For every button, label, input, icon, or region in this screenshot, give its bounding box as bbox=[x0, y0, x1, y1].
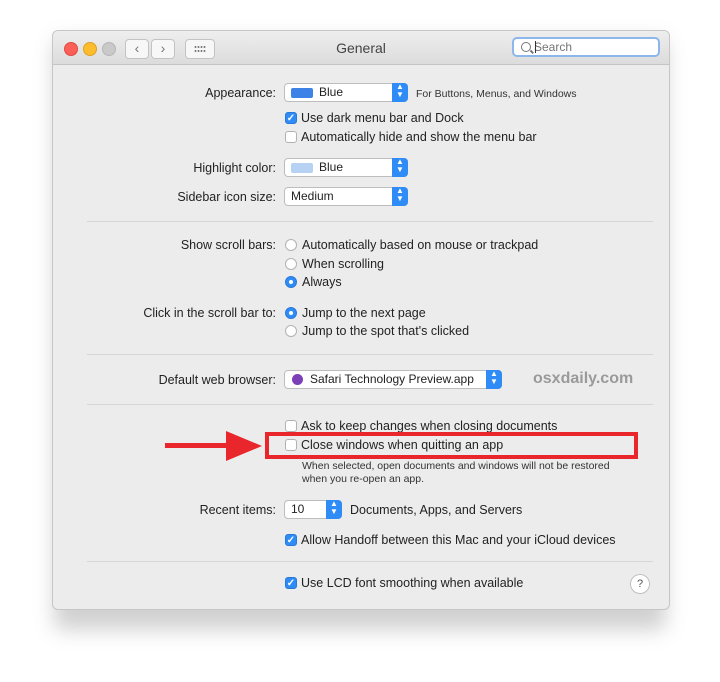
recent-items-popup[interactable]: 10 ▲ ▼ bbox=[284, 500, 342, 519]
divider bbox=[87, 354, 653, 355]
arrowhead-icon bbox=[226, 431, 262, 461]
search-input[interactable] bbox=[534, 39, 654, 55]
watermark: osxdaily.com bbox=[533, 370, 634, 387]
popup-arrows-icon: ▲ ▼ bbox=[392, 83, 408, 102]
handoff-label: Allow Handoff between this Mac and your … bbox=[301, 533, 616, 547]
jump-spot-label: Jump to the spot that's clicked bbox=[302, 324, 470, 338]
search-field[interactable] bbox=[512, 37, 660, 57]
ask-keep-label: Ask to keep changes when closing documen… bbox=[301, 419, 558, 433]
divider bbox=[87, 561, 653, 562]
appearance-popup[interactable]: Blue ▲ ▼ bbox=[284, 83, 408, 102]
jump-next-page-radio[interactable] bbox=[285, 307, 297, 319]
dark-menu-label: Use dark menu bar and Dock bbox=[301, 111, 464, 125]
appearance-value: Blue bbox=[319, 85, 344, 99]
lcd-smoothing-label: Use LCD font smoothing when available bbox=[301, 576, 524, 590]
appearance-label: Appearance: bbox=[205, 86, 276, 100]
title-bar: ‹ › General bbox=[53, 31, 669, 65]
sidebar-icon-label: Sidebar icon size: bbox=[177, 190, 276, 204]
scroll-auto-radio[interactable] bbox=[285, 239, 297, 251]
popup-arrows-icon: ▲ ▼ bbox=[326, 500, 342, 519]
auto-hide-label: Automatically hide and show the menu bar bbox=[301, 130, 537, 144]
ask-keep-checkbox[interactable] bbox=[285, 420, 297, 432]
click-scroll-label: Click in the scroll bar to: bbox=[143, 306, 276, 320]
jump-spot-radio[interactable] bbox=[285, 325, 297, 337]
scroll-bars-label: Show scroll bars: bbox=[180, 238, 276, 252]
jump-next-page-label: Jump to the next page bbox=[302, 306, 426, 320]
text-caret bbox=[535, 41, 536, 53]
dark-menu-checkbox[interactable]: ✓ bbox=[285, 112, 297, 124]
scroll-when-scrolling-radio[interactable] bbox=[285, 258, 297, 270]
auto-hide-checkbox[interactable] bbox=[285, 131, 297, 143]
close-windows-desc-line1: When selected, open documents and window… bbox=[302, 460, 610, 472]
sidebar-icon-value: Medium bbox=[291, 189, 334, 203]
help-button[interactable]: ? bbox=[630, 574, 650, 594]
divider bbox=[87, 404, 653, 405]
close-windows-desc-line2: when you re-open an app. bbox=[302, 473, 425, 485]
lcd-smoothing-checkbox[interactable]: ✓ bbox=[285, 577, 297, 589]
divider bbox=[87, 221, 653, 222]
safari-preview-icon bbox=[292, 374, 303, 385]
recent-items-value: 10 bbox=[291, 502, 305, 516]
scroll-auto-label: Automatically based on mouse or trackpad bbox=[302, 238, 539, 252]
handoff-checkbox[interactable]: ✓ bbox=[285, 534, 297, 546]
popup-arrows-icon: ▲ ▼ bbox=[392, 187, 408, 206]
highlight-swatch bbox=[291, 163, 313, 173]
recent-items-label: Recent items: bbox=[199, 503, 276, 517]
appearance-note: For Buttons, Menus, and Windows bbox=[416, 88, 577, 100]
appearance-swatch bbox=[291, 88, 313, 98]
highlight-popup[interactable]: Blue ▲ ▼ bbox=[284, 158, 408, 177]
scroll-when-scrolling-label: When scrolling bbox=[302, 257, 384, 271]
popup-arrows-icon: ▲ ▼ bbox=[392, 158, 408, 177]
browser-popup[interactable]: Safari Technology Preview.app ▲ ▼ bbox=[284, 370, 502, 389]
sidebar-icon-popup[interactable]: Medium ▲ ▼ bbox=[284, 187, 408, 206]
browser-value: Safari Technology Preview.app bbox=[310, 372, 474, 386]
highlight-value: Blue bbox=[319, 160, 344, 174]
recent-items-suffix: Documents, Apps, and Servers bbox=[350, 503, 523, 517]
scroll-always-radio[interactable] bbox=[285, 276, 297, 288]
highlight-annotation-box bbox=[265, 432, 638, 459]
highlight-label: Highlight color: bbox=[193, 161, 276, 175]
search-icon bbox=[521, 42, 531, 52]
browser-label: Default web browser: bbox=[158, 373, 276, 387]
popup-arrows-icon: ▲ ▼ bbox=[486, 370, 502, 389]
red-arrow-icon bbox=[165, 443, 235, 448]
scroll-always-label: Always bbox=[302, 275, 342, 289]
